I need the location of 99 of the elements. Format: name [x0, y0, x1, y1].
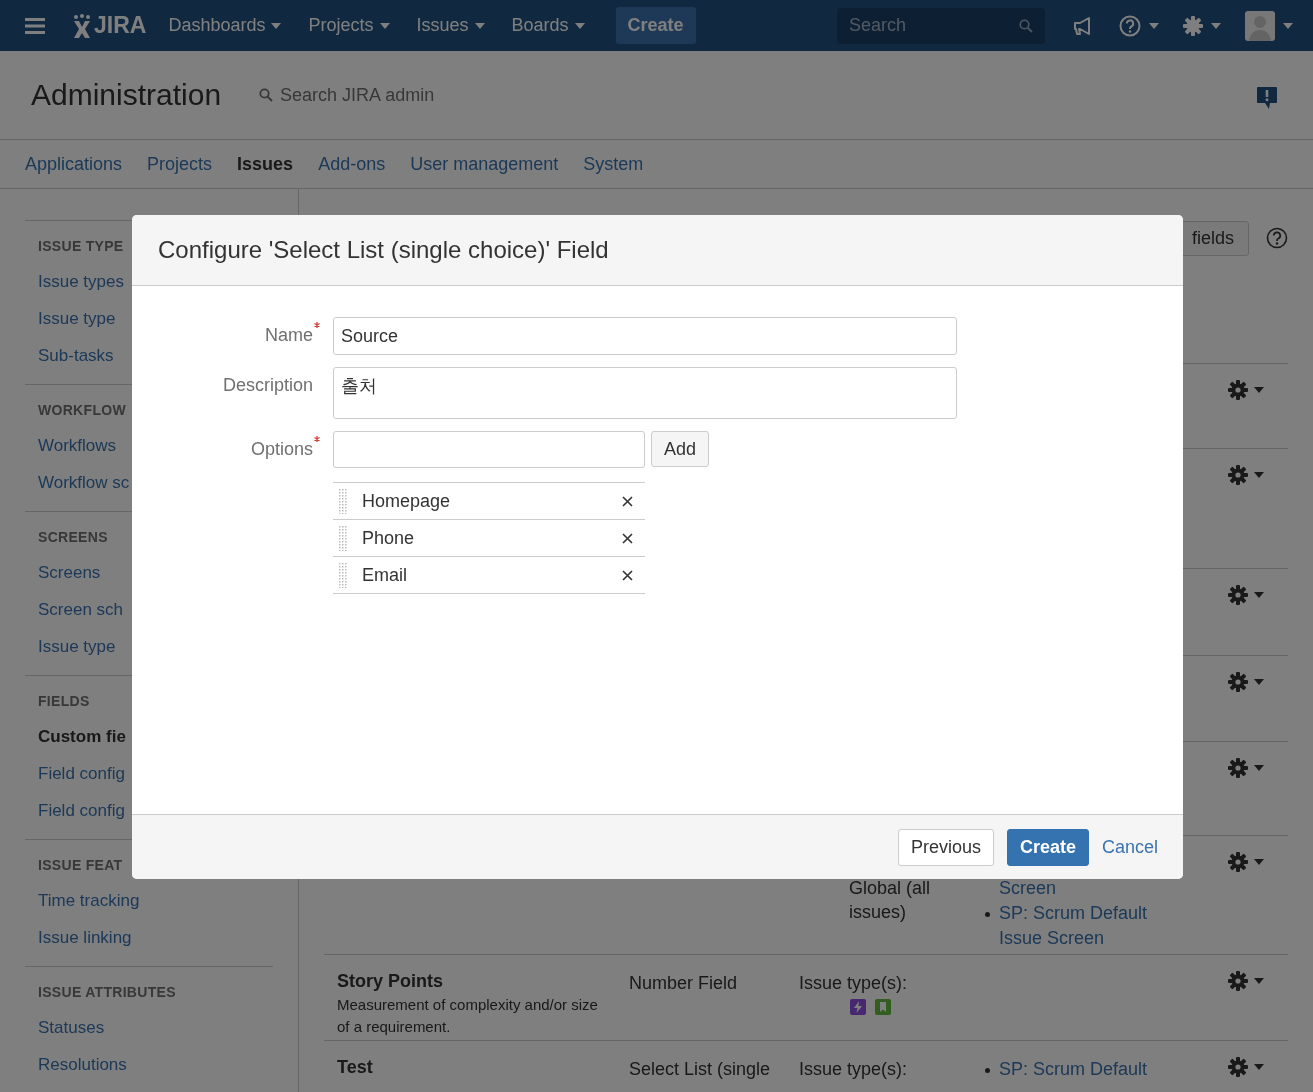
- drag-handle-icon[interactable]: [338, 525, 348, 551]
- help-icon[interactable]: [1266, 227, 1288, 249]
- gear-icon: [1183, 15, 1203, 36]
- admin-tab[interactable]: Applications: [25, 153, 123, 175]
- gear-icon: [1228, 380, 1248, 400]
- field-label: Name: [265, 325, 313, 346]
- caret-icon: [1149, 22, 1159, 29]
- sidebar-heading: ISSUE FEAT: [38, 856, 123, 875]
- caret-icon: [1254, 679, 1264, 685]
- nav-menu[interactable]: Dashboards: [168, 15, 282, 36]
- option-item: Phone: [362, 527, 416, 549]
- sidebar-item[interactable]: Sub-tasks: [38, 337, 114, 374]
- nav-menu[interactable]: Issues: [416, 15, 485, 36]
- feedback-icon[interactable]: [1256, 86, 1278, 110]
- field-label: Options: [250, 439, 313, 460]
- admin-tab[interactable]: Add-ons: [318, 153, 386, 175]
- caret-icon: [1254, 859, 1264, 865]
- sidebar-item[interactable]: Resolutions: [38, 1046, 127, 1083]
- menu-icon[interactable]: [25, 17, 45, 34]
- field-type: Select List (single: [629, 1058, 772, 1081]
- sidebar-heading: WORKFLOW: [38, 401, 126, 420]
- caret-icon: [474, 22, 485, 29]
- create-button[interactable]: Create: [615, 7, 696, 44]
- admin-tab[interactable]: Projects: [147, 153, 213, 175]
- option-item: Email: [362, 564, 408, 586]
- gear-icon: [1228, 672, 1248, 692]
- nav-menu[interactable]: Projects: [308, 15, 390, 36]
- caret-icon: [1254, 387, 1264, 393]
- caret-icon: [271, 22, 282, 29]
- sidebar-heading: SCREENS: [38, 528, 108, 547]
- option-item: Homepage: [362, 490, 452, 512]
- gear-icon: [1228, 971, 1248, 991]
- sidebar-item[interactable]: Issue linking: [38, 919, 132, 956]
- sidebar-heading: ISSUE TYPE: [38, 237, 124, 256]
- admin-tab[interactable]: System: [583, 153, 644, 175]
- close-icon[interactable]: [622, 532, 633, 544]
- field-label: Description: [222, 375, 313, 396]
- field-name: Test: [337, 1057, 374, 1078]
- caret-icon: [1254, 592, 1264, 598]
- sidebar-item[interactable]: Statuses: [38, 1009, 105, 1046]
- sidebar-item[interactable]: Issue type: [38, 300, 116, 337]
- caret-icon: [1254, 765, 1264, 771]
- screen-link[interactable]: SP: Scrum Default Issue Screen: [999, 901, 1159, 951]
- avatar-icon[interactable]: [1245, 10, 1275, 41]
- field-description: Measurement of complexity and/or size of a requirement.: [337, 995, 599, 1037]
- sidebar-item[interactable]: Field config: [38, 792, 125, 829]
- sidebar-item[interactable]: Workflow sc: [38, 464, 130, 501]
- sidebar-item[interactable]: Screen sch: [38, 591, 124, 628]
- screen-link[interactable]: Screen: [999, 876, 1159, 901]
- drag-handle-icon[interactable]: [338, 488, 348, 514]
- admin-search-link[interactable]: Search JIRA admin: [259, 84, 435, 106]
- close-icon[interactable]: [622, 495, 633, 507]
- context-heading: Issue type(s):: [799, 1058, 909, 1081]
- page-title: Administration: [31, 78, 222, 112]
- field-name: Story Points: [337, 971, 444, 992]
- gear-icon: [1228, 585, 1248, 605]
- sidebar-item[interactable]: Issue type: [38, 628, 116, 665]
- logo-icon: [72, 13, 92, 38]
- caret-icon: [1254, 978, 1264, 984]
- field-type: Number Field: [629, 972, 739, 995]
- sidebar-item[interactable]: Workflows: [38, 427, 117, 464]
- sidebar-heading: FIELDS: [38, 692, 90, 711]
- caret-icon: [379, 22, 390, 29]
- search-field[interactable]: Search: [837, 7, 1045, 44]
- sidebar-item[interactable]: Time tracking: [38, 882, 140, 919]
- gear-icon: [1228, 465, 1248, 485]
- admin-tab[interactable]: User management: [410, 153, 559, 175]
- name-field[interactable]: Source: [333, 317, 957, 355]
- add-button[interactable]: Add: [651, 431, 710, 467]
- gear-icon: [1228, 1057, 1248, 1077]
- context-text: Global (all: [848, 877, 932, 900]
- description-field[interactable]: 출처: [333, 367, 957, 419]
- sidebar-item[interactable]: Screens: [38, 554, 101, 591]
- create-button[interactable]: Create: [1006, 828, 1089, 866]
- caret-icon: [1283, 22, 1293, 29]
- logo[interactable]: JIRA: [72, 12, 147, 39]
- caret-icon: [1211, 22, 1221, 29]
- admin-tab[interactable]: Issues: [237, 153, 294, 175]
- sidebar-heading: ISSUE ATTRIBUTES: [38, 983, 176, 1002]
- cancel-link[interactable]: Cancel: [1101, 836, 1158, 858]
- caret-icon: [574, 22, 585, 29]
- close-icon[interactable]: [622, 569, 633, 581]
- sidebar-item[interactable]: Field config: [38, 755, 125, 792]
- context-text: issues): [848, 901, 907, 924]
- gear-icon: [1228, 758, 1248, 778]
- search-icon: [259, 88, 274, 102]
- caret-icon: [1254, 472, 1264, 478]
- dialog-title: Configure 'Select List (single choice)' Field: [158, 236, 609, 264]
- gear-icon: [1228, 852, 1248, 872]
- nav-menu[interactable]: Boards: [511, 15, 585, 36]
- sidebar-item[interactable]: Issue types: [38, 263, 124, 300]
- caret-icon: [1254, 1064, 1264, 1070]
- search-icon: [1019, 18, 1033, 33]
- option-field[interactable]: [333, 431, 645, 468]
- context-heading: Issue type(s):: [799, 972, 909, 995]
- previous-button[interactable]: Previous: [897, 828, 994, 866]
- screen-link[interactable]: SP: Scrum Default: [999, 1057, 1159, 1082]
- drag-handle-icon[interactable]: [338, 562, 348, 588]
- sidebar-item[interactable]: Custom fie: [38, 718, 126, 755]
